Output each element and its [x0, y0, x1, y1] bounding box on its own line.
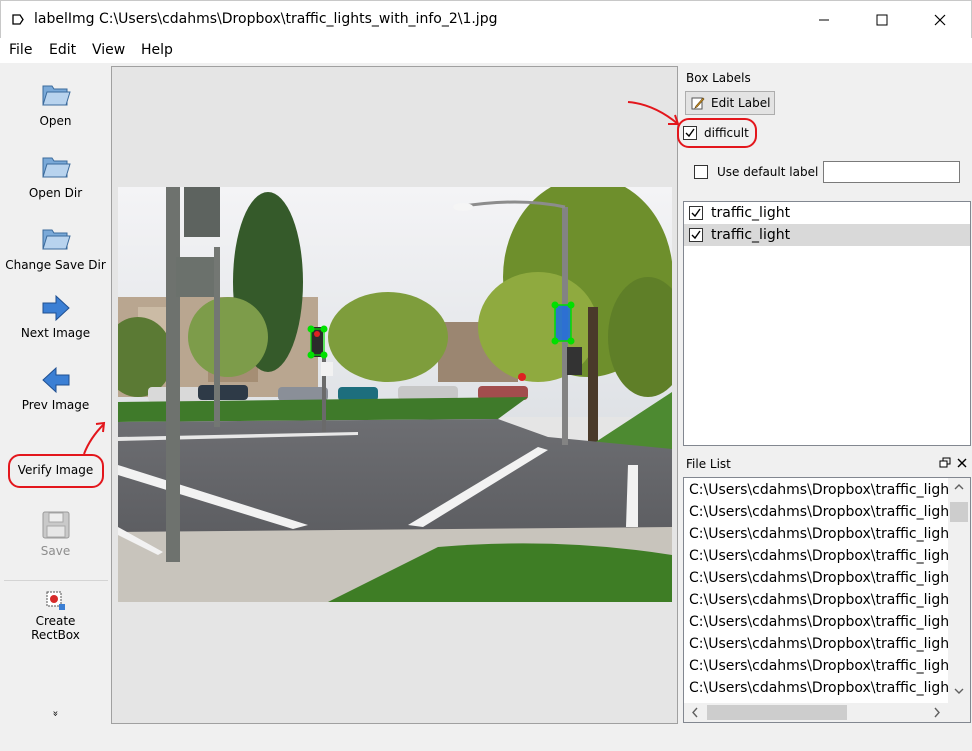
- label-item-checkbox[interactable]: [689, 206, 703, 220]
- label-item-text: traffic_light: [711, 227, 791, 243]
- tools-toolbar: Open Open Dir Change Save Dir Next Image…: [0, 66, 111, 726]
- create-rectbox-label-1: Create: [35, 614, 76, 628]
- folder-open-icon: [41, 157, 71, 178]
- annotation-arrow-icon: [627, 101, 680, 125]
- street-scene-image[interactable]: [118, 187, 672, 602]
- title-bar: labelImg C:\Users\cdahms\Dropbox\traffic…: [0, 0, 972, 38]
- use-default-label-checkbox[interactable]: [694, 165, 708, 179]
- menu-help[interactable]: Help: [141, 42, 173, 58]
- maximize-button[interactable]: [859, 1, 905, 39]
- label-list[interactable]: traffic_light traffic_light: [683, 201, 971, 446]
- create-rectbox-label-2: RectBox: [31, 628, 80, 642]
- file-list-item[interactable]: C:\Users\cdahms\Dropbox\traffic_light: [689, 636, 955, 658]
- open-dir-label: Open Dir: [28, 186, 83, 200]
- open-label: Open: [39, 114, 72, 128]
- save-button[interactable]: Save: [0, 510, 111, 558]
- toolbar-extension-button[interactable]: »: [50, 709, 61, 719]
- menu-view[interactable]: View: [92, 42, 125, 58]
- close-window-button[interactable]: [917, 1, 963, 39]
- close-icon: [934, 14, 946, 26]
- more-chevron-icon: »: [49, 710, 61, 717]
- horizontal-scroll-thumb[interactable]: [707, 705, 847, 720]
- arrow-left-icon: [41, 366, 69, 394]
- file-list-title: File List: [682, 453, 972, 475]
- arrow-right-icon: [42, 294, 70, 322]
- annotation-arrow-icon: [83, 421, 106, 455]
- file-list-item[interactable]: C:\Users\cdahms\Dropbox\traffic_light: [689, 548, 955, 570]
- file-list-item[interactable]: C:\Users\cdahms\Dropbox\traffic_light: [689, 614, 955, 636]
- file-list[interactable]: C:\Users\cdahms\Dropbox\traffic_light C:…: [683, 477, 971, 723]
- change-save-dir-label: Change Save Dir: [5, 258, 106, 272]
- use-default-label-text: Use default label: [717, 165, 819, 179]
- next-image-button[interactable]: Next Image: [0, 294, 111, 340]
- file-list-item[interactable]: C:\Users\cdahms\Dropbox\traffic_light: [689, 482, 955, 504]
- verify-image-highlight-oval: [8, 454, 104, 488]
- label-item-checkbox[interactable]: [689, 228, 703, 242]
- window-title: labelImg C:\Users\cdahms\Dropbox\traffic…: [34, 11, 498, 27]
- status-bar: [0, 726, 972, 751]
- menu-file[interactable]: File: [9, 42, 32, 58]
- chevron-up-icon[interactable]: [948, 480, 970, 494]
- default-label-input[interactable]: [823, 161, 960, 183]
- edit-label-text: Edit Label: [711, 96, 771, 110]
- change-save-dir-button[interactable]: Change Save Dir: [0, 222, 111, 272]
- save-label: Save: [40, 544, 71, 558]
- pencil-edit-icon: [691, 97, 705, 110]
- floppy-disk-icon: [42, 511, 69, 539]
- rectbox-icon: [46, 591, 65, 610]
- labelimg-tag-icon: [12, 14, 24, 25]
- dock-float-icon[interactable]: [939, 457, 951, 469]
- maximize-icon: [876, 14, 888, 26]
- prev-image-label: Prev Image: [21, 398, 90, 412]
- menu-edit[interactable]: Edit: [49, 42, 76, 58]
- open-button[interactable]: Open: [0, 78, 111, 128]
- image-canvas[interactable]: [111, 66, 678, 724]
- chevron-right-icon[interactable]: [930, 703, 944, 722]
- create-rectbox-button[interactable]: Create RectBox: [0, 590, 111, 642]
- difficult-highlight-oval: [677, 118, 757, 148]
- chevron-down-icon[interactable]: [948, 684, 970, 698]
- file-list-item[interactable]: C:\Users\cdahms\Dropbox\traffic_light: [689, 570, 955, 592]
- toolbar-divider: [4, 580, 108, 581]
- label-list-item[interactable]: traffic_light: [684, 224, 970, 246]
- use-default-label-row[interactable]: Use default label: [694, 162, 818, 182]
- label-list-item[interactable]: traffic_light: [684, 202, 970, 224]
- dock-close-icon[interactable]: [956, 457, 968, 469]
- prev-image-button[interactable]: Prev Image: [0, 366, 111, 412]
- file-list-item[interactable]: C:\Users\cdahms\Dropbox\traffic_light: [689, 592, 955, 614]
- scroll-corner: [948, 703, 970, 722]
- checkmark-icon: [691, 208, 701, 218]
- chevron-left-icon[interactable]: [688, 703, 702, 722]
- file-list-item[interactable]: C:\Users\cdahms\Dropbox\traffic_light: [689, 680, 955, 702]
- file-list-item[interactable]: C:\Users\cdahms\Dropbox\traffic_light: [689, 658, 955, 680]
- menu-bar: File Edit View Help: [0, 38, 972, 63]
- checkmark-icon: [691, 230, 701, 240]
- label-item-text: traffic_light: [711, 205, 791, 221]
- open-dir-button[interactable]: Open Dir: [0, 150, 111, 200]
- edit-label-button[interactable]: Edit Label: [685, 91, 775, 115]
- file-list-item[interactable]: C:\Users\cdahms\Dropbox\traffic_light: [689, 526, 955, 548]
- minimize-button[interactable]: [801, 1, 847, 39]
- folder-open-icon: [41, 229, 71, 250]
- folder-open-icon: [41, 85, 71, 106]
- minimize-icon: [819, 19, 829, 21]
- box-labels-title: Box Labels: [682, 67, 972, 89]
- file-list-item[interactable]: C:\Users\cdahms\Dropbox\traffic_light: [689, 504, 955, 526]
- vertical-scroll-thumb[interactable]: [950, 502, 968, 522]
- next-image-label: Next Image: [20, 326, 91, 340]
